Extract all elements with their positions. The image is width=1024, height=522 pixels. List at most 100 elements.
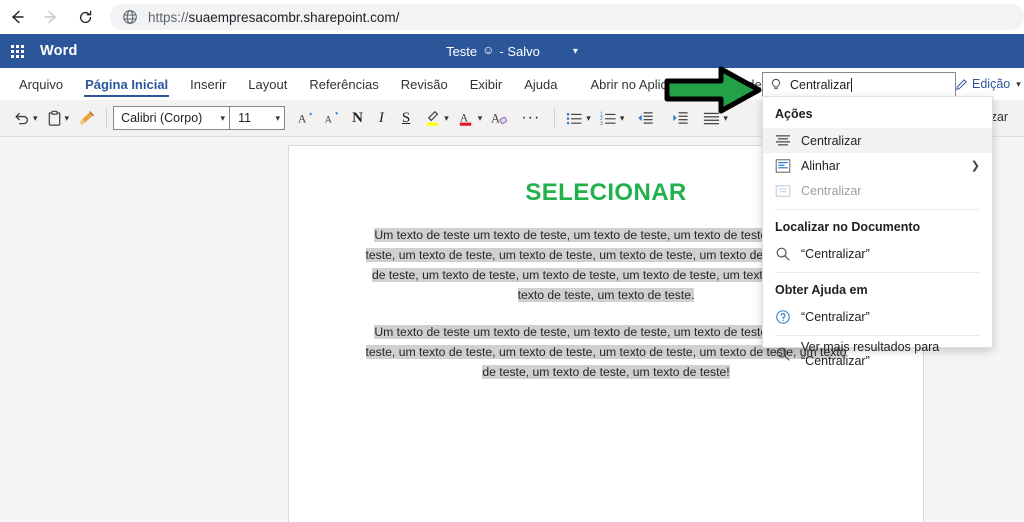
word-app-header: Word Teste ☺ - Salvo ▾ <box>0 34 1024 68</box>
result-action-alinhar[interactable]: Alinhar ❯ <box>763 153 992 178</box>
url-scheme: https:// <box>148 9 189 25</box>
person-icon: ☺ <box>482 43 495 57</box>
back-button[interactable] <box>0 0 34 34</box>
chevron-down-icon: ▾ <box>220 112 226 123</box>
green-arrow-right <box>664 66 762 114</box>
font-name-value: Calibri (Corpo) <box>121 111 203 125</box>
bold-button[interactable]: N <box>345 104 370 132</box>
chevron-down-icon[interactable]: ▾ <box>444 113 449 124</box>
decrease-indent-button[interactable] <box>628 104 663 132</box>
numbered-list-icon: 1 2 3 <box>600 111 616 126</box>
address-bar-text: https://suaempresacombr.sharepoint.com/ <box>148 10 399 25</box>
result-action-centralizar-label: Centralizar <box>801 133 862 148</box>
globe-icon <box>123 10 137 24</box>
app-launcher-button[interactable] <box>0 44 34 58</box>
search-input-value: Centralizar <box>790 78 851 92</box>
undo-icon <box>15 112 29 124</box>
pencil-icon <box>956 78 967 90</box>
chevron-down-icon[interactable]: ▾ <box>723 113 728 124</box>
result-get-help[interactable]: “Centralizar” <box>763 304 992 329</box>
text-caret <box>851 78 853 92</box>
tab-inserir[interactable]: Inserir <box>179 68 237 100</box>
tab-layout[interactable]: Layout <box>237 68 298 100</box>
document-name: Teste <box>446 43 478 59</box>
panel-header-ajuda: Obter Ajuda em <box>775 283 868 297</box>
underline-label: S <box>401 109 411 126</box>
result-more-results[interactable]: Ver mais resultados para “Centralizar” <box>763 340 992 368</box>
lightbulb-icon <box>772 78 780 90</box>
reload-icon <box>79 10 91 23</box>
italic-button[interactable]: I <box>370 104 393 132</box>
toolbar-divider <box>554 108 556 128</box>
tab-revisao[interactable]: Revisão <box>390 68 459 100</box>
more-formatting-options-button[interactable]: ··· <box>513 109 548 127</box>
shrink-font-button[interactable]: A <box>319 104 345 132</box>
tab-referencias[interactable]: Referências <box>298 68 389 100</box>
paste-button[interactable]: ▾ <box>42 104 74 132</box>
format-painter-button[interactable] <box>73 104 100 132</box>
app-name: Word <box>40 43 78 59</box>
arrow-right-icon <box>44 10 56 24</box>
chevron-down-icon[interactable]: ▾ <box>586 113 591 124</box>
svg-text:A: A <box>460 112 469 124</box>
panel-header-acoes: Ações <box>775 107 813 121</box>
result-help-label: “Centralizar” <box>801 309 870 324</box>
text-highlight-button[interactable]: ▾ <box>419 104 453 132</box>
font-color-button[interactable]: A ▾ <box>453 104 487 132</box>
chevron-down-icon[interactable]: ▾ <box>65 113 70 124</box>
chevron-down-icon[interactable]: ▾ <box>478 113 483 124</box>
question-circle-icon <box>776 309 790 324</box>
search-results-panel: Ações Centralizar Alinhar ❯ Centralizar … <box>762 96 993 368</box>
save-state: - Salvo <box>499 43 540 59</box>
result-action-centralizar-disabled-label: Centralizar <box>801 183 862 198</box>
chevron-right-icon: ❯ <box>970 160 980 172</box>
result-find-in-document[interactable]: “Centralizar” <box>763 241 992 266</box>
tab-ajuda[interactable]: Ajuda <box>513 68 568 100</box>
search-input[interactable]: Centralizar <box>762 72 956 98</box>
grow-font-icon: A <box>298 112 313 126</box>
search-icon <box>776 347 790 361</box>
grow-font-button[interactable]: A <box>293 104 319 132</box>
font-color-icon: A <box>459 112 472 126</box>
document-title-area: Teste ☺ - Salvo ▾ <box>0 34 1024 68</box>
document-title[interactable]: Teste ☺ - Salvo ▾ <box>446 43 578 59</box>
result-action-centralizar-disabled: Centralizar <box>763 178 992 203</box>
forward-button[interactable] <box>34 0 68 34</box>
svg-text:A: A <box>298 113 307 126</box>
result-action-alinhar-label: Alinhar <box>801 158 840 173</box>
chevron-down-icon[interactable]: ▾ <box>620 113 625 124</box>
clear-formatting-icon: A <box>491 111 508 125</box>
browser-toolbar: https://suaempresacombr.sharepoint.com/ <box>0 0 1024 34</box>
app-launcher-icon <box>10 44 24 58</box>
bullet-list-button[interactable]: ▾ <box>561 104 595 132</box>
result-action-centralizar[interactable]: Centralizar <box>763 128 992 153</box>
panel-divider <box>775 335 980 336</box>
shrink-font-icon: A <box>325 112 339 126</box>
search-icon <box>776 247 790 261</box>
format-painter-icon <box>79 110 95 125</box>
tab-pagina-inicial[interactable]: Página Inicial <box>74 68 179 100</box>
edit-mode-button[interactable]: Edição ▾ <box>955 72 1021 96</box>
underline-button[interactable]: S <box>393 104 419 132</box>
chevron-down-icon[interactable]: ▾ <box>573 46 578 57</box>
address-bar[interactable]: https://suaempresacombr.sharepoint.com/ <box>110 4 1024 30</box>
paste-icon <box>48 110 60 126</box>
reload-button[interactable] <box>68 0 102 34</box>
text-highlight-icon <box>427 110 439 126</box>
numbered-list-button[interactable]: 1 2 3 ▾ <box>595 104 629 132</box>
chevron-down-icon[interactable]: ▾ <box>33 113 38 124</box>
align-center-disabled-icon <box>775 184 791 197</box>
decrease-indent-icon <box>638 111 653 124</box>
svg-text:A: A <box>491 111 500 125</box>
font-size-select[interactable]: 11 ▾ <box>230 106 286 130</box>
chevron-down-icon: ▾ <box>1016 78 1021 89</box>
undo-button[interactable]: ▾ <box>8 104 42 132</box>
toolbar-divider <box>106 108 108 128</box>
tab-arquivo[interactable]: Arquivo <box>8 68 74 100</box>
bold-label: N <box>352 109 363 126</box>
italic-label: I <box>378 109 384 126</box>
tab-exibir[interactable]: Exibir <box>459 68 514 100</box>
font-name-select[interactable]: Calibri (Corpo) ▾ <box>113 106 231 130</box>
align-center-icon <box>776 134 790 145</box>
clear-formatting-button[interactable]: A <box>486 104 513 132</box>
